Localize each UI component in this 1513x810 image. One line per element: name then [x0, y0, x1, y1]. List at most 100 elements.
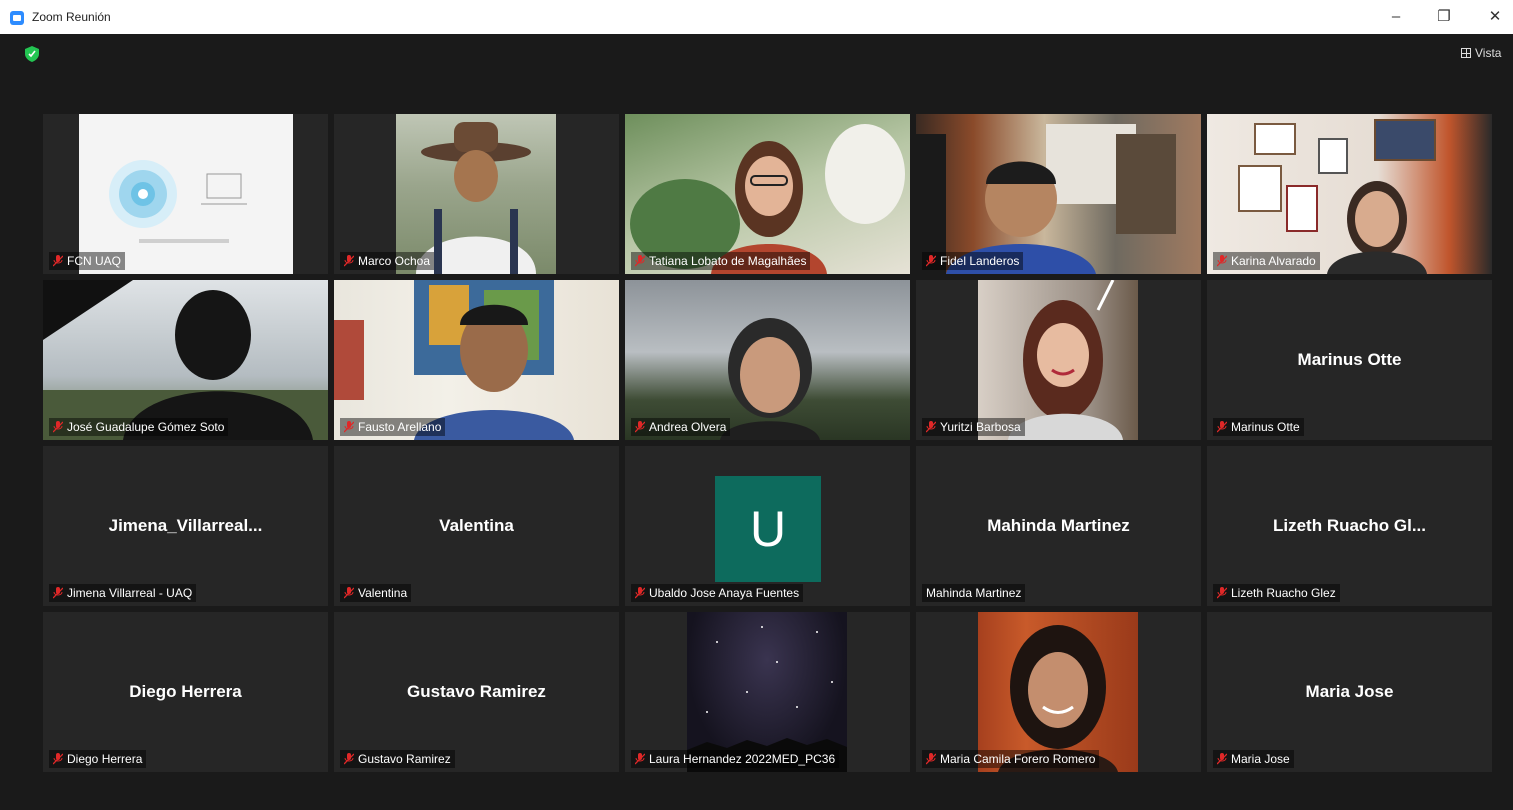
participant-name: Tatiana Lobato de Magalhães [649, 254, 807, 268]
participant-video [43, 280, 328, 440]
video-tile[interactable]: Fidel Landeros [916, 114, 1201, 274]
participant-name-tag: Marinus Otte [1213, 418, 1304, 436]
participant-video [978, 612, 1138, 772]
participant-name-tag: FCN UAQ [49, 252, 125, 270]
participant-name: Marinus Otte [1231, 420, 1300, 434]
muted-mic-icon [1217, 421, 1227, 433]
grid-view-icon [1461, 48, 1471, 58]
participant-name: Marco Ochoa [358, 254, 431, 268]
muted-mic-icon [635, 587, 645, 599]
participant-name: Karina Alvarado [1231, 254, 1316, 268]
video-tile[interactable]: Lizeth Ruacho Gl... Lizeth Ruacho Glez [1207, 446, 1492, 606]
muted-mic-icon [1217, 753, 1227, 765]
participant-name-tag: Mahinda Martinez [922, 584, 1026, 602]
participant-video-image [916, 124, 1176, 274]
participant-name: Fausto Arellano [358, 420, 442, 434]
security-shield-icon[interactable] [25, 46, 39, 62]
muted-mic-icon [635, 753, 645, 765]
participant-name: Ubaldo Jose Anaya Fuentes [649, 586, 800, 600]
participant-video [687, 612, 847, 772]
muted-mic-icon [344, 421, 354, 433]
participant-video-image [630, 124, 905, 274]
participant-video-image [687, 626, 847, 772]
muted-mic-icon [344, 753, 354, 765]
restore-button[interactable]: ❐ [1429, 6, 1459, 28]
participant-name-tag: Jimena Villarreal - UAQ [49, 584, 197, 602]
muted-mic-icon [53, 587, 63, 599]
video-tile[interactable]: FCN UAQ [43, 114, 328, 274]
close-button[interactable]: ✕ [1480, 6, 1510, 28]
muted-mic-icon [1217, 587, 1227, 599]
video-tile[interactable]: Andrea Olvera [625, 280, 910, 440]
video-tile-active-speaker[interactable]: José Guadalupe Gómez Soto [43, 280, 328, 440]
muted-mic-icon [344, 255, 354, 267]
participant-display-name: Jimena_Villarreal... [108, 516, 263, 535]
participant-name: Lizeth Ruacho Glez [1231, 586, 1336, 600]
participant-display-name: Lizeth Ruacho Gl... [1272, 516, 1426, 535]
view-button[interactable]: Vista [1461, 46, 1501, 60]
participant-display-name: Gustavo Ramirez [407, 682, 546, 701]
video-tile[interactable]: Maria Jose Maria Jose [1207, 612, 1492, 772]
video-tile[interactable]: Marco Ochoa [334, 114, 619, 274]
participant-name: Mahinda Martinez [926, 586, 1022, 600]
participant-name-tag: Fausto Arellano [340, 418, 446, 436]
video-tile[interactable]: Laura Hernandez 2022MED_PC36 [625, 612, 910, 772]
participant-display-name: Maria Jose [1305, 682, 1394, 701]
participant-name-tag: Tatiana Lobato de Magalhães [631, 252, 811, 270]
participant-name-tag: Yuritzi Barbosa [922, 418, 1025, 436]
participant-video-image [1238, 119, 1436, 274]
minimize-button[interactable]: – [1381, 6, 1411, 28]
participant-name-tag: Maria Camila Forero Romero [922, 750, 1100, 768]
participant-name-tag: Fidel Landeros [922, 252, 1024, 270]
participant-name: Gustavo Ramirez [358, 752, 451, 766]
video-tile[interactable]: Maria Camila Forero Romero [916, 612, 1201, 772]
title-bar: Zoom Reunión – ❐ ✕ [0, 0, 1513, 34]
meeting-stage: Vista FCN UAQ Marco Ochoa Tatiana Lobato… [8, 34, 1513, 810]
participant-avatar: U [715, 476, 821, 582]
participant-name-tag: Maria Jose [1213, 750, 1294, 768]
video-tile[interactable]: Fausto Arellano [334, 280, 619, 440]
participant-video-image [416, 122, 536, 274]
video-tile[interactable]: Yuritzi Barbosa [916, 280, 1201, 440]
participant-name: Maria Camila Forero Romero [940, 752, 1096, 766]
video-tile[interactable]: Karina Alvarado [1207, 114, 1492, 274]
participant-video-image [998, 625, 1118, 772]
video-tile[interactable]: Valentina Valentina [334, 446, 619, 606]
participant-video-image [720, 318, 820, 440]
video-tile[interactable]: Tatiana Lobato de Magalhães [625, 114, 910, 274]
participant-name-tag: Andrea Olvera [631, 418, 731, 436]
participant-name-tag: Marco Ochoa [340, 252, 435, 270]
participant-name: Yuritzi Barbosa [940, 420, 1021, 434]
video-tile[interactable]: Gustavo Ramirez Gustavo Ramirez [334, 612, 619, 772]
participant-video-image [1008, 280, 1123, 440]
muted-mic-icon [53, 421, 63, 433]
participant-video [978, 280, 1138, 440]
participant-video [334, 280, 619, 440]
muted-mic-icon [53, 753, 63, 765]
participant-name: Maria Jose [1231, 752, 1290, 766]
video-tile[interactable]: U Ubaldo Jose Anaya Fuentes [625, 446, 910, 606]
video-tile[interactable]: Mahinda Martinez Mahinda Martinez [916, 446, 1201, 606]
muted-mic-icon [635, 421, 645, 433]
video-tile[interactable]: Marinus Otte Marinus Otte [1207, 280, 1492, 440]
video-tile[interactable]: Diego Herrera Diego Herrera [43, 612, 328, 772]
muted-mic-icon [926, 753, 936, 765]
muted-mic-icon [635, 255, 645, 267]
participant-video-image [43, 280, 328, 440]
muted-mic-icon [53, 255, 63, 267]
participant-video [625, 280, 910, 440]
participant-name: Diego Herrera [67, 752, 143, 766]
zoom-app-icon [10, 11, 24, 25]
screen-content-image [109, 160, 247, 243]
participant-name-tag: Gustavo Ramirez [340, 750, 455, 768]
participant-name: FCN UAQ [67, 254, 121, 268]
participant-name-tag: Diego Herrera [49, 750, 147, 768]
muted-mic-icon [926, 421, 936, 433]
video-tile[interactable]: Jimena_Villarreal... Jimena Villarreal -… [43, 446, 328, 606]
participant-name-tag: José Guadalupe Gómez Soto [49, 418, 229, 436]
participant-name-tag: Laura Hernandez 2022MED_PC36 [631, 750, 840, 768]
participant-name: Andrea Olvera [649, 420, 727, 434]
participant-display-name: Marinus Otte [1297, 350, 1402, 369]
participant-video [396, 114, 556, 274]
muted-mic-icon [926, 255, 936, 267]
